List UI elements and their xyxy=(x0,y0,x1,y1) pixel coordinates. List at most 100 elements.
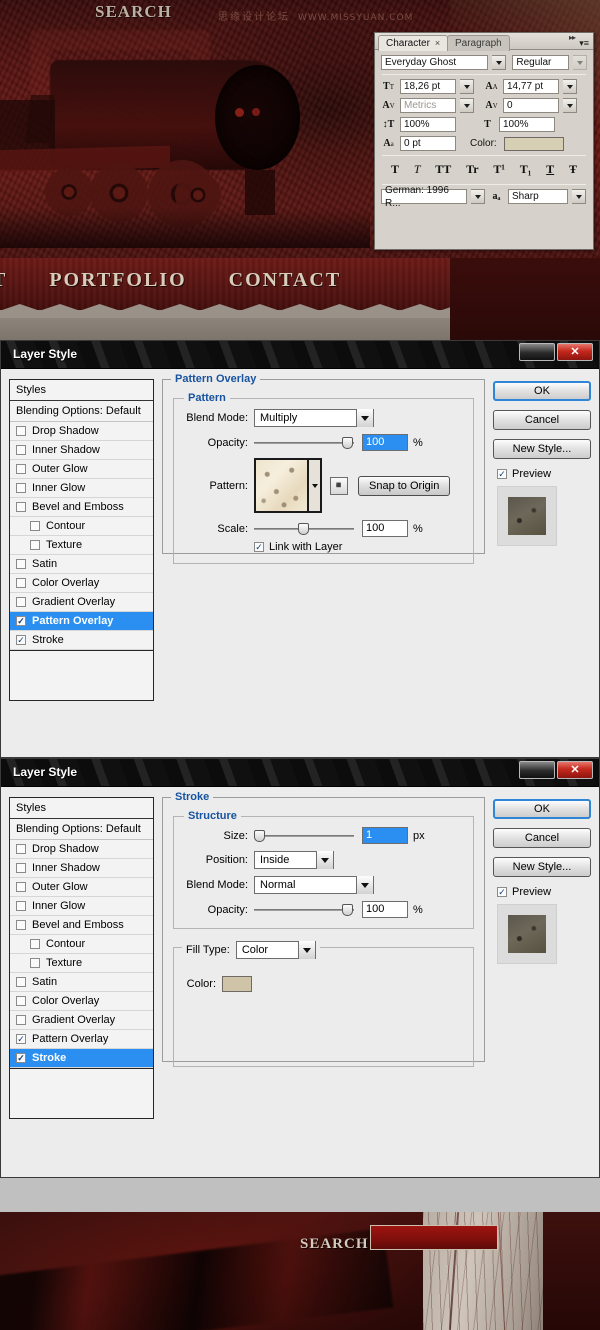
opacity-slider-2[interactable] xyxy=(254,903,354,917)
pattern-picker[interactable] xyxy=(254,458,322,513)
kerning-field[interactable]: Metrics xyxy=(400,98,456,113)
language-field[interactable]: German: 1996 R... xyxy=(381,185,467,209)
effect-checkbox[interactable] xyxy=(16,597,26,607)
close-button[interactable]: ✕ xyxy=(557,343,593,361)
panel-menu-icon[interactable]: ▾≡ xyxy=(579,38,589,49)
language-dropdown-icon[interactable] xyxy=(471,189,485,204)
dialog2-blending-options[interactable]: Blending Options: Default xyxy=(10,819,153,840)
scale-input[interactable]: 100 xyxy=(362,520,408,537)
effect-checkbox[interactable] xyxy=(16,901,26,911)
underline-button[interactable]: T xyxy=(546,162,554,177)
fill-type-select[interactable]: Color xyxy=(235,941,316,959)
opacity-slider[interactable] xyxy=(254,436,354,450)
close-button-2[interactable]: ✕ xyxy=(557,761,593,779)
nav-item-portfolio[interactable]: PORTFOLIO xyxy=(49,269,186,292)
effect-row-gradient-overlay[interactable]: Gradient Overlay xyxy=(10,593,153,612)
minimize-button[interactable] xyxy=(519,343,555,361)
size-slider[interactable] xyxy=(254,829,354,843)
effect-row-texture[interactable]: Texture xyxy=(10,954,153,973)
effect-checkbox[interactable] xyxy=(16,920,26,930)
effect-row-outer-glow[interactable]: Outer Glow xyxy=(10,460,153,479)
effect-row-inner-shadow[interactable]: Inner Shadow xyxy=(10,441,153,460)
tracking-field[interactable]: 0 xyxy=(503,98,559,113)
text-color-swatch[interactable] xyxy=(503,136,564,151)
effect-row-drop-shadow[interactable]: Drop Shadow xyxy=(10,422,153,441)
effect-row-satin[interactable]: Satin xyxy=(10,555,153,574)
effect-checkbox[interactable] xyxy=(16,483,26,493)
minimize-button-2[interactable] xyxy=(519,761,555,779)
effect-row-contour[interactable]: Contour xyxy=(10,935,153,954)
dialog2-titlebar[interactable]: Layer Style ✕ xyxy=(1,759,599,787)
leading-field[interactable]: 14,77 pt xyxy=(503,79,559,94)
effect-row-pattern-overlay[interactable]: Pattern Overlay xyxy=(10,1030,153,1049)
effect-checkbox[interactable] xyxy=(16,464,26,474)
opacity-input-2[interactable]: 100 xyxy=(362,901,408,918)
ok-button-2[interactable]: OK xyxy=(493,799,591,819)
effect-checkbox[interactable] xyxy=(16,1053,26,1063)
position-select[interactable]: Inside xyxy=(254,851,334,869)
scale-slider-knob[interactable] xyxy=(298,522,309,535)
effect-row-gradient-overlay[interactable]: Gradient Overlay xyxy=(10,1011,153,1030)
preview-checkbox-2[interactable] xyxy=(497,887,507,897)
effect-checkbox[interactable] xyxy=(16,445,26,455)
strikethrough-button[interactable]: Ŧ xyxy=(569,162,577,177)
effect-row-stroke[interactable]: Stroke xyxy=(10,631,153,650)
effect-row-drop-shadow[interactable]: Drop Shadow xyxy=(10,840,153,859)
collapse-chevrons-icon[interactable]: ▸▸ xyxy=(569,33,576,42)
dialog1-styles-header[interactable]: Styles xyxy=(10,380,153,401)
faux-bold-button[interactable]: T xyxy=(391,162,399,177)
effect-row-inner-glow[interactable]: Inner Glow xyxy=(10,479,153,498)
effect-checkbox[interactable] xyxy=(16,426,26,436)
dialog2-styles-header[interactable]: Styles xyxy=(10,798,153,819)
effect-checkbox[interactable] xyxy=(16,1015,26,1025)
chevron-down-icon-fill[interactable] xyxy=(297,941,315,959)
opacity-slider-knob[interactable] xyxy=(342,436,353,449)
effect-checkbox[interactable] xyxy=(16,844,26,854)
effect-row-bevel-and-emboss[interactable]: Bevel and Emboss xyxy=(10,916,153,935)
subscript-button[interactable]: T₁ xyxy=(520,162,532,177)
chevron-down-icon[interactable] xyxy=(356,409,373,427)
antialias-dropdown-icon[interactable] xyxy=(572,189,586,204)
font-family-field[interactable]: Everyday Ghost xyxy=(381,55,489,70)
kerning-dropdown-icon[interactable] xyxy=(460,98,474,113)
ok-button[interactable]: OK xyxy=(493,381,591,401)
effect-checkbox[interactable] xyxy=(16,559,26,569)
all-caps-button[interactable]: TT xyxy=(435,162,451,177)
nav-item-truncated[interactable]: T xyxy=(0,269,7,292)
opacity-input[interactable]: 100 xyxy=(362,434,408,451)
pattern-swatch[interactable] xyxy=(254,458,309,513)
effect-checkbox[interactable] xyxy=(16,882,26,892)
dialog1-blending-options[interactable]: Blending Options: Default xyxy=(10,401,153,422)
effect-checkbox[interactable] xyxy=(16,616,26,626)
effect-checkbox[interactable] xyxy=(16,578,26,588)
scale-slider[interactable] xyxy=(254,522,354,536)
effect-row-contour[interactable]: Contour xyxy=(10,517,153,536)
effect-checkbox[interactable] xyxy=(30,540,40,550)
new-preset-icon[interactable]: ◾ xyxy=(330,476,348,495)
vertical-scale-field[interactable]: 100% xyxy=(400,117,456,132)
tab-character[interactable]: Character × xyxy=(378,35,449,51)
pattern-dropdown-icon[interactable] xyxy=(309,458,322,513)
cancel-button-2[interactable]: Cancel xyxy=(493,828,591,848)
font-style-field[interactable]: Regular xyxy=(512,55,569,70)
effect-checkbox[interactable] xyxy=(30,958,40,968)
font-size-dropdown-icon[interactable] xyxy=(460,79,474,94)
effect-row-stroke[interactable]: Stroke xyxy=(10,1049,153,1068)
effect-row-pattern-overlay[interactable]: Pattern Overlay xyxy=(10,612,153,631)
preview-row-2[interactable]: Preview xyxy=(497,886,591,898)
snap-to-origin-button[interactable]: Snap to Origin xyxy=(358,475,451,496)
effect-checkbox[interactable] xyxy=(16,635,26,645)
effect-checkbox[interactable] xyxy=(16,996,26,1006)
close-icon[interactable]: × xyxy=(435,38,440,48)
opacity-slider-knob-2[interactable] xyxy=(342,903,353,916)
superscript-button[interactable]: T¹ xyxy=(493,162,505,177)
baseline-shift-field[interactable]: 0 pt xyxy=(400,136,456,151)
effect-row-inner-shadow[interactable]: Inner Shadow xyxy=(10,859,153,878)
chevron-down-icon-position[interactable] xyxy=(316,851,333,869)
new-style-button-2[interactable]: New Style... xyxy=(493,857,591,877)
leading-dropdown-icon[interactable] xyxy=(563,79,577,94)
effect-checkbox[interactable] xyxy=(16,502,26,512)
font-style-dropdown-icon[interactable] xyxy=(573,55,587,70)
preview-row[interactable]: Preview xyxy=(497,468,591,480)
effect-checkbox[interactable] xyxy=(30,521,40,531)
